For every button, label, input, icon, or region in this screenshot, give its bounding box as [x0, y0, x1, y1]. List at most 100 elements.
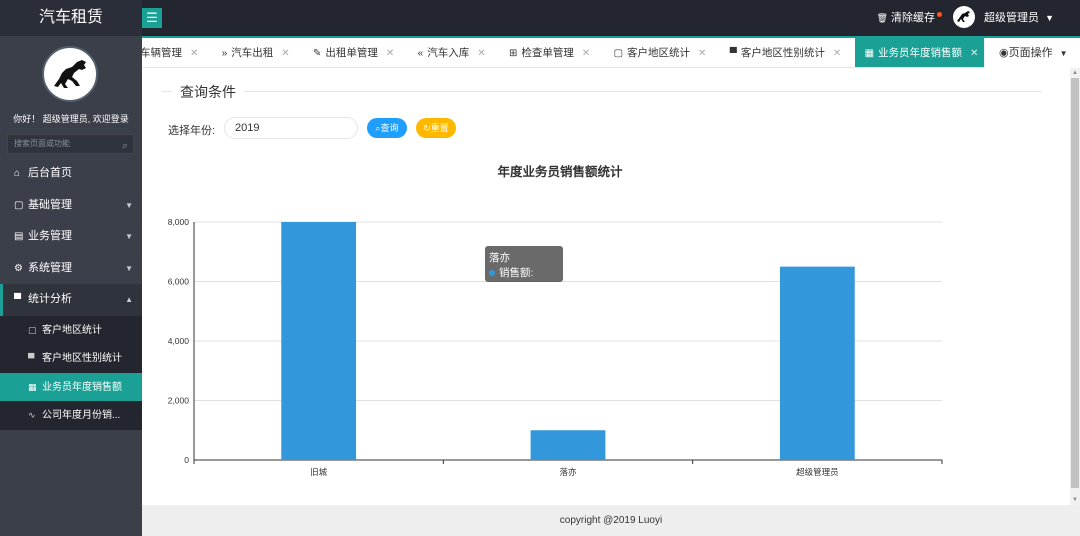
sidebar-subitem-monthly[interactable]: ∿ 公司年度月份销... [0, 401, 142, 430]
search-button[interactable]: ⌕查询 [367, 118, 407, 138]
chart-x-axis: 旧城 落亦 超级管理员 [193, 460, 943, 477]
tab-label: 业务员年度销售额 [878, 47, 963, 59]
welcome-text: 你好！ 超级管理员, 欢迎登录 [13, 114, 129, 124]
tab-label: 车辆管理 [142, 47, 182, 59]
tab-return[interactable]: «汽车入库 ✕ [408, 38, 496, 67]
close-icon[interactable]: ✕ [281, 48, 289, 59]
tab-rent-orders[interactable]: ✎ 出租单管理 ✕ [303, 38, 404, 67]
target-icon: ◉ [999, 47, 1009, 59]
reset-button[interactable]: ↻重置 [416, 118, 456, 138]
avatar [952, 6, 975, 29]
tab-label: 客户地区性别统计 [740, 47, 825, 59]
trash-icon: 🗑 [876, 13, 888, 23]
tab-label: 客户地区统计 [627, 47, 691, 59]
app-title: 汽车租赁 [0, 0, 142, 36]
double-chevron-left-icon: « [417, 48, 424, 59]
tooltip-title: 落亦 [489, 252, 510, 264]
home-icon: ⌂ [14, 168, 21, 179]
notification-dot [937, 12, 942, 17]
comment-icon: ▀ [729, 48, 737, 59]
close-icon[interactable]: ✕ [833, 48, 841, 59]
scroll-down-icon[interactable]: ▼ [1070, 495, 1080, 505]
tab-vehicle[interactable]: 车辆管理 ✕ [142, 38, 208, 67]
sidebar-item-basic[interactable]: ▢ 基础管理 ▼ [0, 190, 142, 222]
search-button-label: 查询 [380, 123, 399, 133]
user-menu[interactable]: 超级管理员 ▼ [952, 0, 1054, 36]
sidebar-item-business[interactable]: ▤ 业务管理 ▼ [0, 221, 142, 253]
sidebar-subitem-region[interactable]: ▢ 客户地区统计 [0, 316, 142, 345]
sidebar-item-label: 业务管理 [28, 230, 72, 242]
sidebar-item-label: 基础管理 [28, 198, 72, 211]
sidebar-item-label: 统计分析 [28, 293, 72, 305]
tab-label: 汽车出租 [231, 47, 274, 59]
refresh-icon: ↻ [423, 123, 431, 133]
divider [162, 91, 1042, 92]
user-name: 超级管理员 [984, 12, 1040, 24]
main-content: 查询条件 选择年份: 2019 ⌕查询 ↻重置 年度业务员销售额统计 0 2,00… [142, 68, 1070, 505]
hamburger-icon[interactable]: ☰ [142, 8, 162, 28]
tab-label: 检查单管理 [521, 47, 574, 59]
chevron-down-icon: ▼ [1045, 13, 1054, 23]
sidebar-item-system[interactable]: ⚙ 系统管理 ▼ [0, 253, 142, 285]
bar[interactable] [281, 222, 357, 460]
y-tick-label: 8,000 [168, 217, 190, 227]
chart-title: 年度业务员销售额统计 [497, 164, 623, 179]
gear-icon: ⚙ [14, 262, 23, 274]
clear-cache-button[interactable]: 🗑 清除缓存 [876, 0, 942, 36]
year-input[interactable]: 2019 [224, 117, 358, 139]
comment-icon: ▀ [28, 353, 35, 363]
top-bar: 汽车租赁 ☰ 🗑 清除缓存 超级管理员 ▼ [0, 0, 1080, 36]
y-tick-label: 0 [184, 455, 189, 465]
caret-down-icon: ▼ [125, 200, 133, 210]
clipboard-icon: ▢ [613, 48, 624, 59]
close-icon[interactable]: ✕ [970, 48, 978, 59]
sidebar-subitem-sales[interactable]: ▦ 业务员年度销售额 [0, 372, 142, 401]
close-icon[interactable]: ✕ [190, 48, 198, 59]
scroll-up-icon[interactable]: ▲ [1070, 68, 1080, 78]
caret-down-icon: ▼ [125, 232, 133, 241]
tab-check-orders[interactable]: ⊞ 检查单管理 ✕ [499, 38, 600, 67]
close-icon[interactable]: ✕ [698, 48, 706, 59]
sidebar-subitem-label: 公司年度月份销... [42, 410, 121, 421]
statistics-submenu: ▢ 客户地区统计 ▀ 客户地区性别统计 ▦ 业务员年度销售额 ∿ 公司年度月份销... [0, 315, 142, 430]
tab-region-stats[interactable]: ▢ 客户地区统计 ✕ [604, 38, 717, 67]
clipboard-icon: ▢ [28, 324, 37, 335]
book-icon: ⊞ [508, 48, 518, 59]
chart-svg: 年度业务员销售额统计 02,0004,0006,0008,000 旧城 落亦 超级管… [168, 164, 943, 477]
sales-chart: 年度业务员销售额统计 0 2,000 4,000 6,000 8,000 旧城 落亦 超级管… [142, 158, 1070, 488]
chart-tooltip: 落亦 销售额: 1,000 [485, 246, 563, 292]
search-placeholder: 搜索页面或功能 [14, 139, 70, 148]
close-icon[interactable]: ✕ [477, 48, 485, 59]
series-dot [489, 270, 495, 276]
sidebar-subitem-region-gender[interactable]: ▀ 客户地区性别统计 [0, 344, 142, 373]
bar[interactable] [530, 430, 606, 460]
scroll-thumb[interactable] [1071, 78, 1079, 488]
query-legend: 查询条件 [172, 82, 244, 102]
page-ops-label: 页面操作 [1008, 47, 1053, 59]
close-icon[interactable]: ✕ [582, 48, 590, 59]
y-tick-label: 6,000 [168, 277, 190, 287]
page-operations-button[interactable]: ◉页面操作 ▼ [984, 38, 1080, 68]
bar[interactable] [779, 266, 855, 460]
tab-bar: 车辆管理 ✕ » 汽车出租 ✕ ✎ 出租单管理 ✕ «汽车入库 ✕ ⊞ 检查单管理 ✕ ▢ 客户地… [142, 38, 1080, 68]
sidebar-item-home[interactable]: ⌂ 后台首页 [0, 158, 142, 190]
tab-region-gender-stats[interactable]: ▀ 客户地区性别统计 ✕ [720, 38, 851, 67]
clear-cache-label: 清除缓存 [891, 12, 935, 24]
scrollbar[interactable]: ▲ ▼ [1070, 68, 1080, 505]
table-icon: ▦ [864, 48, 875, 59]
tab-sales[interactable]: ▦ 业务员年度销售额 ✕ [854, 38, 989, 67]
sidebar-search-input[interactable]: 搜索页面或功能 ⌕ [7, 134, 134, 154]
y-tick-label: 2,000 [168, 396, 190, 406]
tab-rent[interactable]: » 汽车出租 ✕ [212, 38, 300, 67]
monitor-icon: ▀ [14, 294, 22, 305]
sidebar-item-statistics[interactable]: ▀ 统计分析 ▲ [0, 284, 142, 316]
x-tick-label: 落亦 [559, 467, 577, 477]
sidebar-nav: ⌂ 后台首页 ▢ 基础管理 ▼ ▤ 业务管理 ▼ ⚙ 系统管理 ▼ ▀ 统计分析 ▲ ▢ 客… [0, 158, 142, 430]
edit-icon: ✎ [313, 48, 322, 59]
tab-label: 出租单管理 [325, 47, 378, 59]
caret-down-icon: ▼ [125, 263, 133, 273]
caret-up-icon: ▲ [125, 295, 133, 304]
sidebar-item-label: 后台首页 [28, 167, 72, 179]
close-icon[interactable]: ✕ [386, 48, 394, 59]
horse-logo [42, 46, 98, 102]
